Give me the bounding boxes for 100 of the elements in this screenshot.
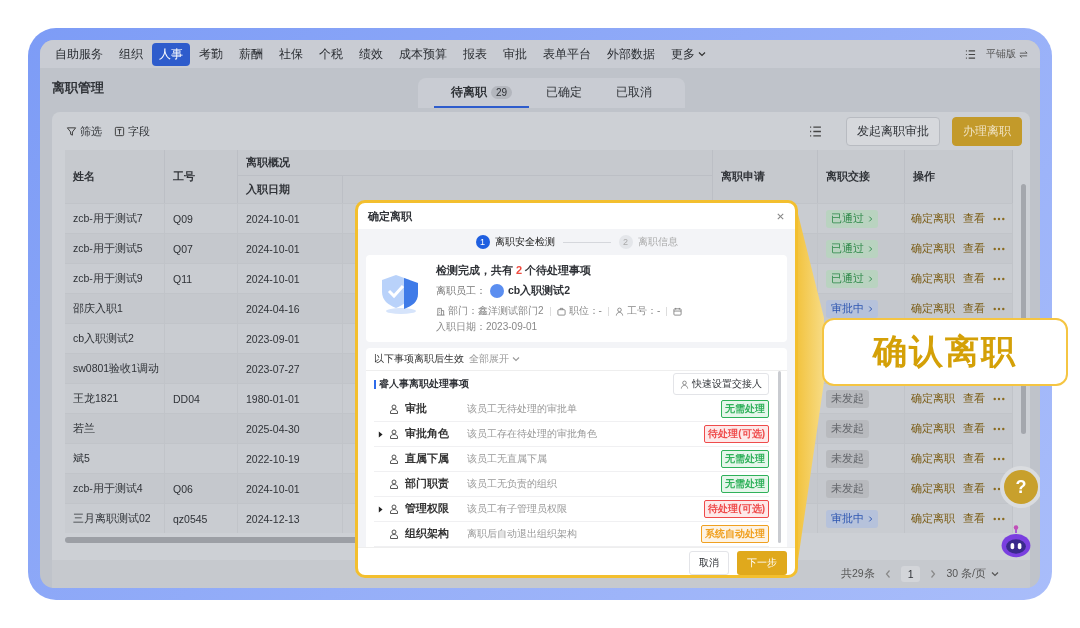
table-cell: 2024-10-01 (246, 482, 300, 495)
employee-name: cb入职测试2 (508, 284, 571, 298)
item-description: 该员工存在待处理的审批角色 (467, 427, 597, 441)
expand-caret-icon[interactable] (378, 430, 383, 438)
avatar-circle (490, 284, 504, 298)
status-tag[interactable]: 未发起 (826, 389, 869, 408)
status-tag[interactable]: 未发起 (826, 449, 869, 468)
nav-item[interactable]: 考勤 (192, 42, 230, 66)
tab[interactable]: 待离职 29 (434, 78, 530, 108)
row-action-link[interactable]: 查看 (963, 391, 985, 406)
more-icon[interactable] (993, 246, 1005, 251)
nav-item[interactable]: 薪酬 (232, 42, 270, 66)
row-action-link[interactable]: 查看 (963, 421, 985, 436)
status-tag: 无需处理 (721, 400, 769, 418)
page-size-select[interactable]: 30 条/页 (946, 567, 1000, 581)
table-cell: 若兰 (73, 421, 95, 436)
list-icon[interactable] (809, 124, 822, 138)
row-action-link[interactable]: 确定离职 (911, 511, 955, 526)
layout-mode-toggle[interactable]: 平铺版 (986, 47, 1028, 61)
table-cell: 2025-04-30 (246, 422, 300, 435)
filter-button[interactable]: 筛选 (66, 123, 102, 139)
status-tag[interactable]: 未发起 (826, 419, 869, 438)
table-cell: 邵庆入职1 (73, 301, 123, 316)
status-tag[interactable]: 已通过 (826, 209, 878, 228)
table-cell: 2024-10-01 (246, 212, 300, 225)
people-icon (389, 429, 399, 439)
list-scrollbar[interactable] (778, 371, 781, 543)
more-icon[interactable] (993, 516, 1005, 521)
expand-all-link[interactable]: 全部展开 (469, 352, 521, 366)
more-icon[interactable] (993, 426, 1005, 431)
chevron-right-icon (868, 514, 873, 523)
expand-caret-icon[interactable] (378, 505, 383, 513)
row-action-link[interactable]: 确定离职 (911, 421, 955, 436)
nav-item[interactable]: 表单平台 (536, 42, 598, 66)
cancel-button[interactable]: 取消 (689, 551, 729, 575)
employee-detail: 职位：- (568, 304, 602, 318)
fields-button[interactable]: 字段 (114, 123, 150, 139)
row-action-link[interactable]: 查看 (963, 271, 985, 286)
chevron-down-icon (697, 49, 707, 59)
chevron-down-icon (511, 354, 521, 364)
toolbar-button[interactable]: 发起离职审批 (846, 116, 940, 146)
table-cell: 王龙1821 (73, 391, 119, 406)
status-tag: 无需处理 (721, 475, 769, 493)
more-icon[interactable] (993, 306, 1005, 311)
previous-page-icon[interactable] (884, 569, 891, 579)
check-summary: 检测完成，共有 2 个待处理事项 (436, 263, 593, 278)
nav-item[interactable]: 绩效 (352, 42, 390, 66)
row-action-link[interactable]: 查看 (963, 241, 985, 256)
nav-item[interactable]: 社保 (272, 42, 310, 66)
next-step-button[interactable]: 下一步 (737, 551, 787, 575)
toolbar-button[interactable]: 办理离职 (952, 116, 1022, 146)
table-cell: 2022-10-19 (246, 452, 300, 465)
chevron-right-icon (868, 214, 873, 223)
table-cell: 2024-04-16 (246, 302, 300, 315)
table-cell: zcb-用于测试9 (73, 271, 143, 286)
more-menu[interactable]: 更多 (664, 42, 714, 66)
nav-item[interactable]: 成本预算 (392, 42, 454, 66)
nav-item[interactable]: 人事 (152, 42, 190, 66)
nav-item[interactable]: 自助服务 (48, 42, 110, 66)
row-action-link[interactable]: 查看 (963, 511, 985, 526)
next-page-icon[interactable] (930, 569, 937, 579)
more-icon[interactable] (993, 396, 1005, 401)
page-number[interactable]: 1 (900, 566, 921, 582)
more-icon[interactable] (993, 456, 1005, 461)
status-tag[interactable]: 审批中 (826, 299, 878, 318)
nav-item[interactable]: 组织 (112, 42, 150, 66)
close-icon[interactable] (776, 211, 785, 221)
more-icon[interactable] (993, 216, 1005, 221)
table-cell: zcb-用于测试7 (73, 211, 143, 226)
nav-item[interactable]: 外部数据 (600, 42, 662, 66)
row-action-link[interactable]: 确定离职 (911, 481, 955, 496)
table-cell: zcb-用于测试4 (73, 481, 143, 496)
table-cell: cb入职测试2 (73, 331, 134, 346)
row-action-link[interactable]: 确定离职 (911, 301, 955, 316)
briefcase-icon (556, 306, 566, 316)
status-tag: 系统自动处理 (701, 525, 769, 543)
status-tag[interactable]: 已通过 (826, 239, 878, 258)
people-icon (389, 404, 399, 414)
tab[interactable]: 已确定 (529, 78, 600, 108)
more-icon[interactable] (993, 276, 1005, 281)
list-icon[interactable] (965, 48, 976, 60)
tab[interactable]: 已取消 (599, 78, 670, 108)
status-tag[interactable]: 已通过 (826, 269, 878, 288)
quick-assign-button[interactable]: 快速设置交接人 (673, 373, 769, 395)
status-tag[interactable]: 审批中 (826, 509, 878, 528)
row-action-link[interactable]: 确定离职 (911, 391, 955, 406)
row-action-link[interactable]: 查看 (963, 301, 985, 316)
table-cell: 2024-10-01 (246, 272, 300, 285)
row-action-link[interactable]: 确定离职 (911, 451, 955, 466)
nav-item[interactable]: 个税 (312, 42, 350, 66)
row-action-link[interactable]: 确定离职 (911, 271, 955, 286)
row-action-link[interactable]: 确定离职 (911, 241, 955, 256)
people-icon (389, 454, 399, 464)
nav-item[interactable]: 报表 (456, 42, 494, 66)
nav-item[interactable]: 审批 (496, 42, 534, 66)
row-action-link[interactable]: 确定离职 (911, 211, 955, 226)
status-tag[interactable]: 未发起 (826, 479, 869, 498)
row-action-link[interactable]: 查看 (963, 211, 985, 226)
row-action-link[interactable]: 查看 (963, 481, 985, 496)
row-action-link[interactable]: 查看 (963, 451, 985, 466)
